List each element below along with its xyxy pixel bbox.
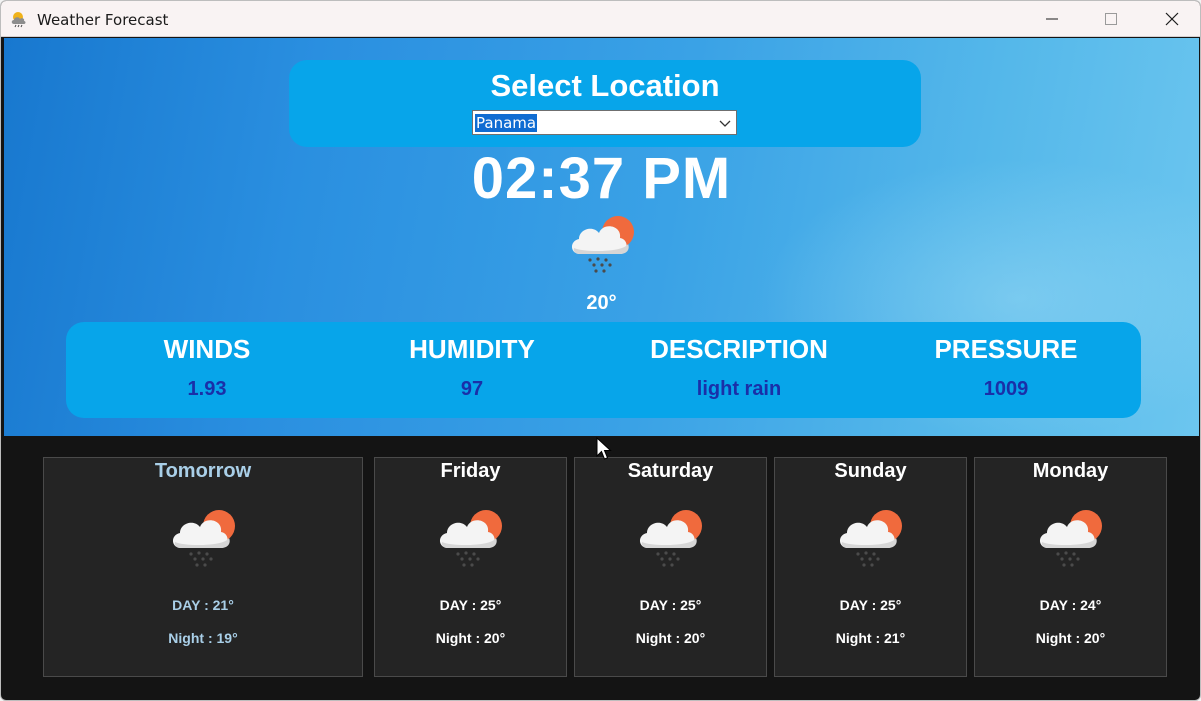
mouse-pointer-icon: [596, 437, 612, 460]
cloud-sun-rain-icon: [434, 502, 508, 572]
stat-value: 1.93: [187, 378, 227, 400]
forecast-card-friday: Friday DAY : 25° Night : 20°: [374, 457, 567, 677]
window-title: Weather Forecast: [37, 11, 169, 29]
location-dropdown[interactable]: Panama: [472, 110, 737, 135]
location-dropdown-value: Panama: [473, 113, 539, 133]
forecast-day-temp: DAY : 25°: [639, 597, 702, 613]
cloud-sun-rain-icon: [1034, 502, 1108, 572]
stat-pressure: PRESSURE 1009: [876, 322, 1136, 418]
stat-value: light rain: [696, 378, 782, 400]
maximize-button[interactable]: [1081, 1, 1141, 37]
cloud-sun-rain-icon: [834, 502, 908, 572]
stat-value: 97: [460, 378, 484, 400]
weather-window: Weather Forecast Select Location Panama: [0, 0, 1201, 701]
forecast-day-name: Sunday: [834, 460, 907, 482]
current-weather-section: Select Location Panama 02:37 PM 20° WIND…: [4, 38, 1199, 436]
forecast-card-saturday: Saturday DAY : 25° Night : 20°: [574, 457, 767, 677]
stat-label: WINDS: [163, 334, 251, 364]
forecast-night-temp: Night : 20°: [635, 630, 706, 646]
forecast-day-temp: DAY : 21°: [172, 597, 234, 613]
minimize-button[interactable]: [1022, 1, 1082, 37]
stat-description: DESCRIPTION light rain: [609, 322, 869, 418]
stat-value: 1009: [983, 378, 1029, 400]
forecast-day-name: Monday: [1032, 460, 1109, 482]
forecast-day-temp: DAY : 25°: [439, 597, 502, 613]
cloud-sun-rain-icon: [167, 502, 241, 572]
title-bar: Weather Forecast: [1, 1, 1200, 37]
minimize-icon: [1046, 18, 1058, 20]
weather-stats-panel: WINDS 1.93 HUMIDITY 97 DESCRIPTION light…: [66, 322, 1141, 418]
maximize-icon: [1105, 13, 1117, 25]
current-time: 02:37 PM: [471, 146, 732, 211]
forecast-night-temp: Night : 21°: [835, 630, 906, 646]
location-panel: Select Location Panama: [289, 60, 921, 147]
forecast-card-monday: Monday DAY : 24° Night : 20°: [974, 457, 1167, 677]
stat-humidity: HUMIDITY 97: [342, 322, 602, 418]
chevron-down-icon[interactable]: [718, 116, 732, 130]
stat-label: DESCRIPTION: [650, 334, 828, 364]
stat-label: PRESSURE: [934, 334, 1078, 364]
stat-label: HUMIDITY: [409, 334, 535, 364]
forecast-night-temp: Night : 20°: [1035, 630, 1106, 646]
forecast-day-name: Friday: [440, 460, 501, 482]
cloud-sun-rain-icon: [634, 502, 708, 572]
close-button[interactable]: [1142, 1, 1200, 37]
cloud-sun-rain-icon: [566, 208, 640, 278]
close-icon: [1165, 12, 1179, 26]
weather-cloud-sun-icon: [11, 12, 26, 28]
forecast-card-sunday: Sunday DAY : 25° Night : 21°: [774, 457, 967, 677]
location-title: Select Location: [490, 68, 720, 103]
forecast-night-temp: Night : 19°: [168, 630, 238, 646]
forecast-card-tomorrow: Tomorrow DAY : 21° Night : 19°: [43, 457, 363, 677]
forecast-night-temp: Night : 20°: [435, 630, 506, 646]
forecast-day-name: Saturday: [627, 460, 714, 482]
current-temperature: 20°: [586, 292, 617, 314]
forecast-day-temp: DAY : 25°: [839, 597, 902, 613]
forecast-day-temp: DAY : 24°: [1039, 597, 1102, 613]
stat-winds: WINDS 1.93: [77, 322, 337, 418]
forecast-day-name: Tomorrow: [154, 460, 252, 482]
